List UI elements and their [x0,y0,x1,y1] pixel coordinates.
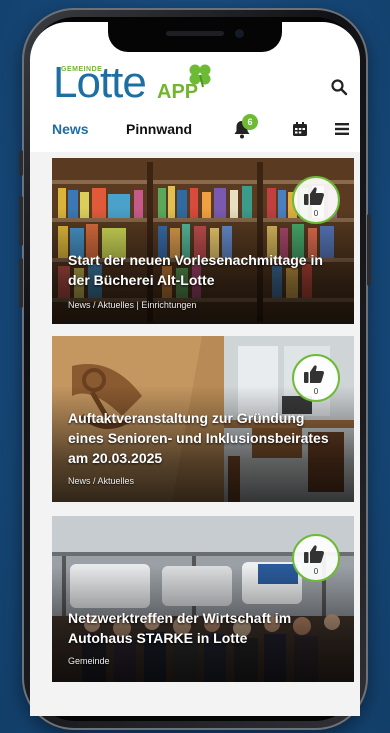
article-title[interactable]: Auftaktveranstaltung zur Gründung eines … [68,408,334,468]
power-button [367,214,371,286]
thumbs-up-icon [304,545,324,563]
tab-news[interactable]: News [52,121,89,137]
mute-switch [19,150,23,176]
volume-up-button [19,196,23,246]
thumbs-up-icon [304,187,324,205]
logo-lotte-text: Lotte [53,58,147,107]
phone-notch [108,22,282,52]
search-icon[interactable] [330,78,348,96]
news-card[interactable]: 0 Netzwerktreffen der Wirtschaft im Auto… [52,516,354,682]
like-button[interactable]: 0 [292,354,340,402]
article-title[interactable]: Start der neuen Vorlesenachmittage in de… [68,250,334,290]
volume-down-button [19,258,23,308]
speaker-grille [166,31,224,36]
clover-icon [189,64,211,88]
like-count: 0 [313,387,319,396]
top-navigation: News Pinnwand 6 [30,112,360,146]
like-count: 0 [313,567,319,576]
menu-icon[interactable] [334,122,350,136]
like-button[interactable]: 0 [292,176,340,224]
tab-pinnwand[interactable]: Pinnwand [126,121,192,137]
notification-badge: 6 [242,114,258,130]
article-category: News / Aktuelles [68,476,135,486]
app-header: GEMEINDE Lotte APP [30,48,360,108]
thumbs-up-icon [304,365,324,383]
like-count: 0 [313,209,319,218]
news-card[interactable]: 0 Auftaktveranstaltung zur Gründung eine… [52,336,354,502]
front-camera [235,29,244,38]
news-feed: 0 Start der neuen Vorlesenachmittage in … [30,152,360,716]
lotte-app-logo[interactable]: GEMEINDE Lotte APP [53,58,223,107]
like-button[interactable]: 0 [292,534,340,582]
news-card[interactable]: 0 Start der neuen Vorlesenachmittage in … [52,158,354,324]
calendar-icon[interactable] [292,121,308,137]
article-title[interactable]: Netzwerktreffen der Wirtschaft im Autoha… [68,608,334,648]
article-category: Gemeinde [68,656,110,666]
article-category: News / Aktuelles | Einrichtungen [68,300,197,310]
